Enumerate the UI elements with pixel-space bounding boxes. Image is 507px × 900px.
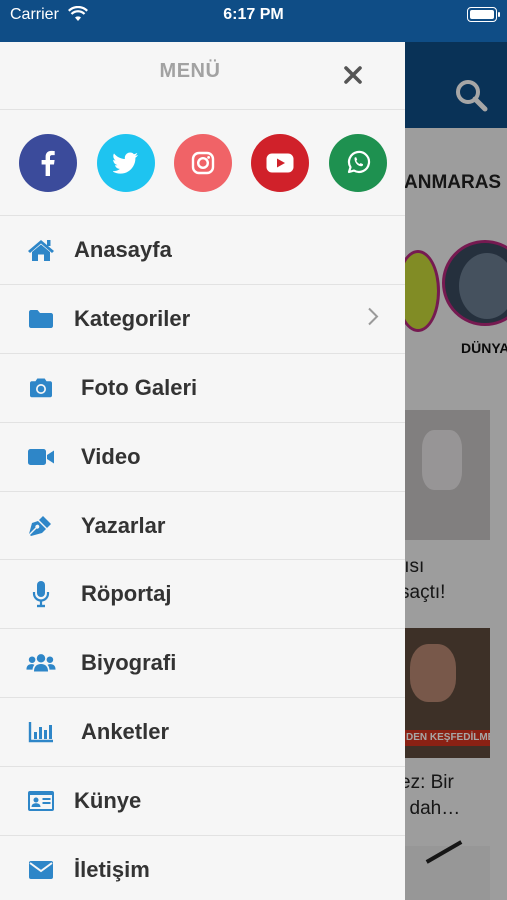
instagram-button[interactable] xyxy=(174,134,232,192)
menu-item-anketler[interactable]: Anketler xyxy=(0,698,405,768)
folder-icon xyxy=(26,306,56,332)
bar-chart-icon xyxy=(26,719,56,745)
close-button[interactable] xyxy=(340,62,366,88)
menu-item-label: Kategoriler xyxy=(74,305,191,331)
envelope-icon xyxy=(26,857,56,883)
menu-item-yazarlar[interactable]: Yazarlar xyxy=(0,492,405,561)
menu-item-kunye[interactable]: Künye xyxy=(0,767,405,837)
microphone-icon xyxy=(26,581,56,608)
menu-item-video[interactable]: Video xyxy=(0,423,405,492)
menu-item-label: Anasayfa xyxy=(74,236,172,262)
chevron-right-icon xyxy=(367,306,379,331)
home-icon xyxy=(26,237,56,263)
menu-item-label: Yazarlar xyxy=(81,512,166,538)
menu-item-roportaj[interactable]: Röportaj xyxy=(0,560,405,630)
camera-icon xyxy=(26,375,56,401)
menu-item-label: Foto Galeri xyxy=(81,374,198,400)
close-icon xyxy=(344,66,362,84)
facebook-button[interactable] xyxy=(19,134,77,192)
menu-item-label: Röportaj xyxy=(81,581,172,607)
status-bar: Carrier 6:17 PM xyxy=(0,0,507,42)
menu-list: Anasayfa Kategoriler Foto Galeri Video Y… xyxy=(0,216,405,900)
menu-item-label: Biyografi xyxy=(81,650,177,676)
youtube-icon xyxy=(266,153,294,173)
twitter-button[interactable] xyxy=(97,134,155,192)
side-menu-drawer: MENÜ Anasayfa Kategoriler Foto Galeri Vi… xyxy=(0,42,405,900)
menu-item-foto-galeri[interactable]: Foto Galeri xyxy=(0,354,405,423)
drawer-header: MENÜ xyxy=(0,42,405,110)
whatsapp-icon xyxy=(347,150,371,174)
youtube-button[interactable] xyxy=(251,134,309,192)
whatsapp-button[interactable] xyxy=(329,134,387,192)
menu-item-label: Video xyxy=(81,443,141,469)
menu-item-label: Künye xyxy=(74,788,142,814)
menu-title: MENÜ xyxy=(159,60,221,82)
twitter-icon xyxy=(113,152,138,174)
clock: 6:17 PM xyxy=(223,6,284,23)
menu-item-kategoriler[interactable]: Kategoriler xyxy=(0,285,405,354)
instagram-icon xyxy=(191,151,215,175)
menu-item-iletisim[interactable]: İletişim xyxy=(0,836,405,900)
users-icon xyxy=(26,650,56,676)
menu-item-label: Anketler xyxy=(81,719,170,745)
menu-item-anasayfa[interactable]: Anasayfa xyxy=(0,216,405,285)
social-links xyxy=(0,110,405,216)
menu-item-label: İletişim xyxy=(74,857,150,883)
video-icon xyxy=(26,444,56,470)
battery-icon xyxy=(467,7,500,22)
pen-icon xyxy=(26,513,56,539)
menu-item-biyografi[interactable]: Biyografi xyxy=(0,629,405,699)
facebook-icon xyxy=(41,150,55,176)
id-card-icon xyxy=(26,788,56,814)
